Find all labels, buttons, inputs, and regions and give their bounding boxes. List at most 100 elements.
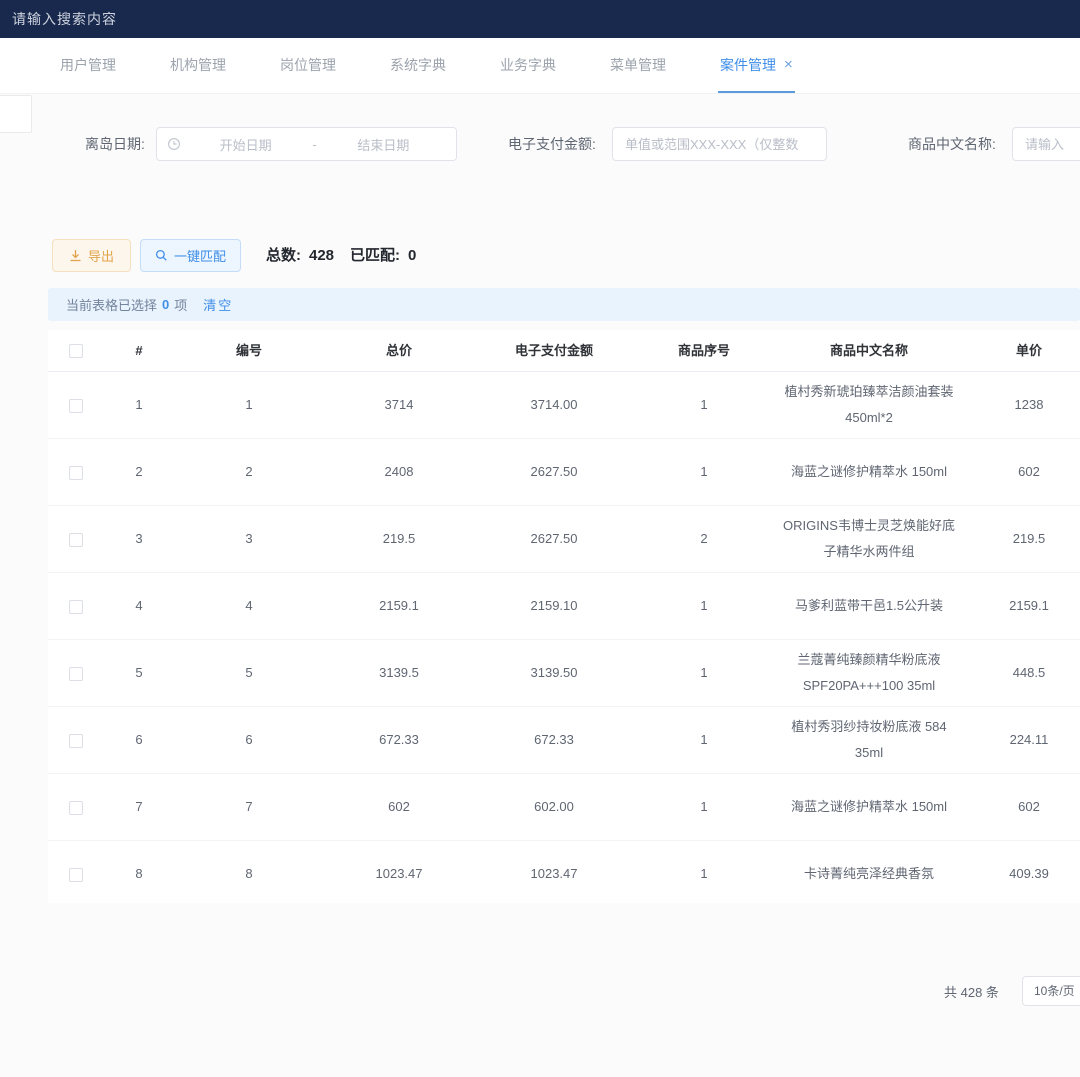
table-row: 7 7 602 602.00 1 海蓝之谜修护精萃水 150ml 602 [48,774,1080,841]
product-name-input[interactable] [1012,127,1080,161]
cell-unit-price: 448.5 [964,654,1080,692]
table-row: 5 5 3139.5 3139.50 1 兰蔻菁纯臻颜精华粉底液SPF20PA+… [48,640,1080,707]
depart-date-range-input[interactable]: 开始日期 - 结束日期 [156,127,457,161]
cell-product-name: ORIGINS韦博士灵芝焕能好底子精华水两件组 [774,507,964,571]
cell-code: 2 [174,453,324,491]
case-management-page: 请输入搜索内容 用户管理 机构管理 岗位管理 系统字典 业务字典 菜单管理 案件… [0,0,1080,1077]
total-label: 总数: [266,247,301,264]
cell-unit-price: 219.5 [964,520,1080,558]
cell-payment: 602.00 [474,788,634,826]
col-header-code: 编号 [174,338,324,364]
row-checkbox[interactable] [69,734,83,748]
row-checkbox[interactable] [69,399,83,413]
cell-total: 2408 [324,453,474,491]
cell-total: 672.33 [324,721,474,759]
cell-seq: 1 [634,788,774,826]
cell-seq: 2 [634,520,774,558]
one-click-match-button[interactable]: 一键匹配 [140,239,241,272]
tab-user-management[interactable]: 用户管理 [58,38,118,93]
select-all-checkbox[interactable] [69,344,83,358]
cell-code: 3 [174,520,324,558]
close-icon[interactable]: × [784,57,793,72]
row-checkbox[interactable] [69,868,83,882]
cell-seq: 1 [634,654,774,692]
cell-payment: 2627.50 [474,520,634,558]
date-range-separator: - [308,137,320,152]
tab-label: 用户管理 [60,55,116,75]
row-checkbox[interactable] [69,466,83,480]
cell-index: 1 [104,386,174,424]
col-header-name: 商品中文名称 [774,338,964,364]
table-row: 6 6 672.33 672.33 1 植村秀羽纱持妆粉底液 584 35ml … [48,707,1080,774]
data-table: # 编号 总价 电子支付金额 商品序号 商品中文名称 单价 1 1 3714 3… [48,330,1080,903]
tab-case-management[interactable]: 案件管理 × [718,38,795,93]
cell-seq: 1 [634,386,774,424]
cell-product-name: 海蓝之谜修护精萃水 150ml [774,788,964,826]
row-checkbox[interactable] [69,533,83,547]
matched-value: 0 [400,247,416,264]
table-row: 1 1 3714 3714.00 1 植村秀新琥珀臻萃洁颜油套装 450ml*2… [48,372,1080,439]
cell-product-name: 马爹利蓝带干邑1.5公升装 [774,587,964,625]
row-checkbox[interactable] [69,600,83,614]
cell-total: 219.5 [324,520,474,558]
table-row: 8 8 1023.47 1023.47 1 卡诗菁纯亮泽经典香氛 409.39 [48,841,1080,903]
col-header-seq: 商品序号 [634,338,774,364]
tab-system-dict[interactable]: 系统字典 [388,38,448,93]
row-checkbox[interactable] [69,801,83,815]
tab-label: 业务字典 [500,55,556,75]
table-body: 1 1 3714 3714.00 1 植村秀新琥珀臻萃洁颜油套装 450ml*2… [48,372,1080,903]
tab-label: 案件管理 [720,55,776,75]
cell-payment: 2627.50 [474,453,634,491]
cell-seq: 1 [634,587,774,625]
cell-product-name: 卡诗菁纯亮泽经典香氛 [774,855,964,893]
table-row: 4 4 2159.1 2159.10 1 马爹利蓝带干邑1.5公升装 2159.… [48,573,1080,640]
cell-payment: 1023.47 [474,855,634,893]
tab-post-management[interactable]: 岗位管理 [278,38,338,93]
collapsed-panel-stub [0,95,32,133]
cell-index: 5 [104,654,174,692]
row-checkbox[interactable] [69,667,83,681]
top-navbar: 请输入搜索内容 [0,0,1080,38]
cell-unit-price: 1238 [964,386,1080,424]
export-button[interactable]: 导出 [52,239,131,272]
page-size-select[interactable]: 10条/页 [1022,976,1080,1006]
payment-amount-input[interactable] [612,127,827,161]
tab-org-management[interactable]: 机构管理 [168,38,228,93]
cell-payment: 3714.00 [474,386,634,424]
cell-unit-price: 409.39 [964,855,1080,893]
cell-unit-price: 224.11 [964,721,1080,759]
tab-label: 机构管理 [170,55,226,75]
tab-business-dict[interactable]: 业务字典 [498,38,558,93]
table-header-row: # 编号 总价 电子支付金额 商品序号 商品中文名称 单价 [48,330,1080,372]
col-header-payment: 电子支付金额 [474,338,634,364]
cell-unit-price: 602 [964,453,1080,491]
tab-label: 菜单管理 [610,55,666,75]
cell-code: 4 [174,587,324,625]
global-search-input[interactable]: 请输入搜索内容 [12,9,117,29]
cell-total: 2159.1 [324,587,474,625]
cell-index: 7 [104,788,174,826]
payment-amount-label: 电子支付金额: [508,127,596,161]
download-icon [69,249,82,262]
cell-payment: 3139.50 [474,654,634,692]
selection-count: 0 [157,297,174,312]
selection-suffix: 项 [174,295,187,314]
cell-index: 8 [104,855,174,893]
tab-label: 岗位管理 [280,55,336,75]
clock-icon [167,137,181,151]
cell-product-name: 植村秀新琥珀臻萃洁颜油套装 450ml*2 [774,373,964,437]
clear-selection-link[interactable]: 清空 [203,295,233,314]
end-date-placeholder: 结束日期 [321,135,446,154]
cell-payment: 2159.10 [474,587,634,625]
cell-product-name: 植村秀羽纱持妆粉底液 584 35ml [774,708,964,772]
tab-label: 系统字典 [390,55,446,75]
selection-info-bar: 当前表格已选择 0 项 清空 [48,288,1080,321]
cell-total: 3714 [324,386,474,424]
col-header-total: 总价 [324,338,474,364]
cell-seq: 1 [634,855,774,893]
cell-unit-price: 2159.1 [964,587,1080,625]
tab-menu-management[interactable]: 菜单管理 [608,38,668,93]
total-value: 428 [301,247,334,264]
cell-product-name: 海蓝之谜修护精萃水 150ml [774,453,964,491]
cell-seq: 1 [634,721,774,759]
